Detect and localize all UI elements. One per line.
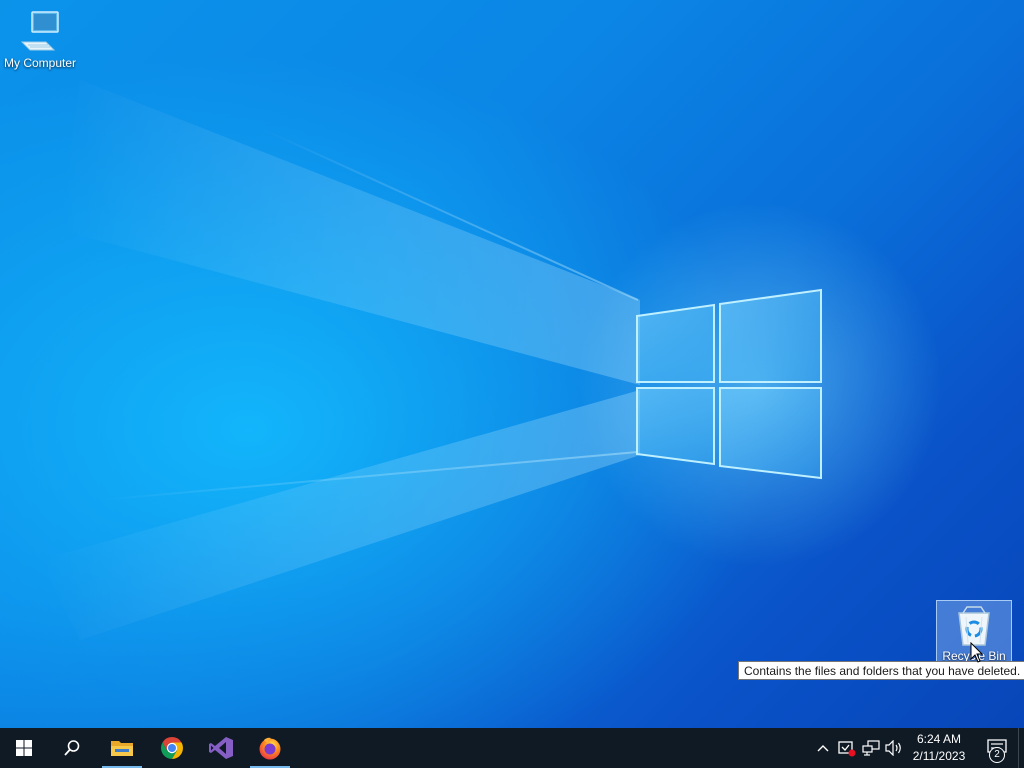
recycle-bin-icon bbox=[958, 606, 990, 646]
visual-studio-icon bbox=[209, 737, 233, 759]
network-icon bbox=[862, 740, 880, 756]
search-button[interactable] bbox=[48, 728, 96, 768]
tray-overflow-button[interactable] bbox=[813, 738, 833, 758]
windows-start-icon bbox=[16, 740, 32, 756]
taskbar-visual-studio[interactable] bbox=[197, 728, 245, 768]
light-beams bbox=[40, 80, 640, 640]
desktop-icon-my-computer[interactable]: My Computer bbox=[2, 8, 78, 70]
taskbar-chrome[interactable] bbox=[148, 728, 196, 768]
taskbar-clock[interactable]: 6:24 AM 2/11/2023 bbox=[908, 731, 970, 765]
chrome-icon bbox=[161, 737, 183, 759]
tray-volume[interactable] bbox=[884, 738, 904, 758]
clock-date: 2/11/2023 bbox=[912, 749, 966, 763]
volume-icon bbox=[885, 740, 901, 756]
search-icon bbox=[64, 740, 80, 756]
start-button[interactable] bbox=[0, 728, 48, 768]
clock-time: 6:24 AM bbox=[916, 732, 962, 746]
security-icon bbox=[838, 741, 856, 757]
taskbar-firefox[interactable] bbox=[246, 728, 294, 768]
windows-logo bbox=[636, 288, 822, 480]
taskbar-file-explorer[interactable] bbox=[98, 728, 146, 768]
tray-network[interactable] bbox=[861, 738, 881, 758]
tray-security[interactable] bbox=[837, 738, 857, 758]
chevron-up-icon bbox=[817, 745, 829, 752]
desktop[interactable]: My Computer Recycle Bin Contains the fil… bbox=[0, 0, 1024, 728]
notification-count-badge: 2 bbox=[989, 747, 1005, 763]
computer-icon bbox=[20, 11, 59, 51]
mouse-cursor-icon bbox=[970, 642, 984, 663]
firefox-icon bbox=[259, 737, 281, 760]
desktop-icon-label: My Computer bbox=[3, 56, 77, 70]
show-desktop-button[interactable] bbox=[1018, 728, 1024, 768]
folder-icon bbox=[111, 741, 133, 756]
taskbar: 6:24 AM 2/11/2023 bbox=[0, 728, 1024, 768]
